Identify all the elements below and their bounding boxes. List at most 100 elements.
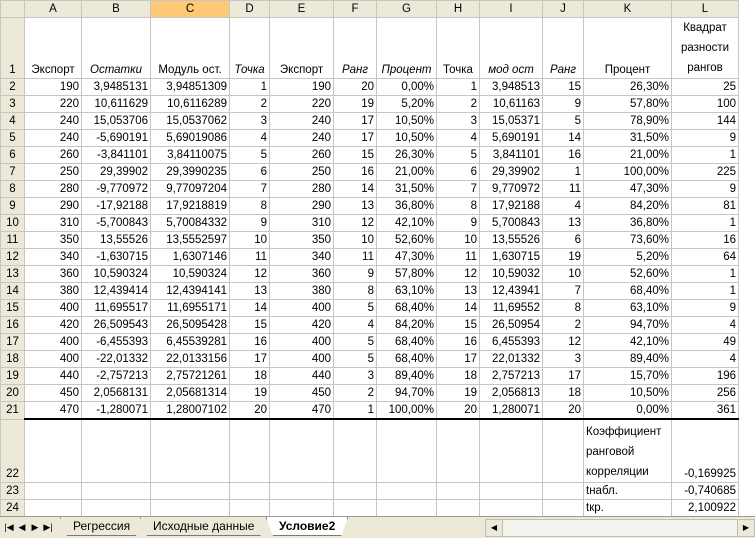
data-cell[interactable]: 350	[24, 231, 82, 249]
data-cell[interactable]: 42,10%	[376, 214, 437, 232]
data-cell[interactable]: 5,690191	[479, 129, 543, 147]
data-cell[interactable]: 81	[671, 197, 739, 215]
column-header-f[interactable]: F	[333, 0, 377, 18]
summary-label-cell[interactable]: tнабл.	[583, 482, 672, 500]
data-cell[interactable]: 89,40%	[583, 350, 672, 368]
header-cell[interactable]: Процент	[376, 17, 437, 79]
data-cell[interactable]: 15,70%	[583, 367, 672, 385]
data-cell[interactable]: 11,69552	[479, 299, 543, 317]
data-cell[interactable]: 68,40%	[376, 350, 437, 368]
row-header[interactable]: 3	[0, 95, 25, 113]
row-header[interactable]: 17	[0, 333, 25, 351]
data-cell[interactable]: 16	[333, 163, 377, 181]
empty-cell[interactable]	[479, 499, 543, 516]
data-cell[interactable]: 42,10%	[583, 333, 672, 351]
data-cell[interactable]: 9	[229, 214, 270, 232]
data-cell[interactable]: 22,01332	[479, 350, 543, 368]
data-cell[interactable]: 290	[24, 197, 82, 215]
data-cell[interactable]: 16	[436, 333, 480, 351]
data-cell[interactable]: 2,0568131	[81, 384, 151, 402]
data-cell[interactable]: 400	[24, 333, 82, 351]
scroll-right-icon[interactable]: ▶	[737, 520, 754, 536]
data-cell[interactable]: 20	[229, 401, 270, 420]
data-cell[interactable]: -1,280071	[81, 401, 151, 420]
data-cell[interactable]: 6	[229, 163, 270, 181]
data-cell[interactable]: 9,77097204	[150, 180, 230, 198]
row-header[interactable]: 4	[0, 112, 25, 130]
data-cell[interactable]: 5	[542, 112, 584, 130]
data-cell[interactable]: 12,4394141	[150, 282, 230, 300]
empty-cell[interactable]	[479, 418, 543, 483]
data-cell[interactable]: 73,60%	[583, 231, 672, 249]
header-cell[interactable]: Модуль ост.	[150, 17, 230, 79]
data-cell[interactable]: 12,43941	[479, 282, 543, 300]
row-header[interactable]: 5	[0, 129, 25, 147]
data-cell[interactable]: 4	[333, 316, 377, 334]
data-cell[interactable]: 400	[269, 350, 334, 368]
data-cell[interactable]: 3	[229, 112, 270, 130]
data-cell[interactable]: 1	[229, 78, 270, 96]
data-cell[interactable]: -1,630715	[81, 248, 151, 266]
data-cell[interactable]: 361	[671, 401, 739, 420]
data-cell[interactable]: 25	[671, 78, 739, 96]
data-cell[interactable]: 310	[24, 214, 82, 232]
row-header[interactable]: 9	[0, 197, 25, 215]
data-cell[interactable]: 78,90%	[583, 112, 672, 130]
data-cell[interactable]: 225	[671, 163, 739, 181]
data-cell[interactable]: 9	[542, 95, 584, 113]
empty-cell[interactable]	[542, 482, 584, 500]
data-cell[interactable]: 190	[269, 78, 334, 96]
empty-cell[interactable]	[436, 499, 480, 516]
data-cell[interactable]: 196	[671, 367, 739, 385]
sheet-tab-regression[interactable]: Регрессия	[60, 517, 143, 536]
data-cell[interactable]: 16	[671, 231, 739, 249]
data-cell[interactable]: 20	[436, 401, 480, 420]
prev-sheet-icon[interactable]: ◀	[16, 520, 28, 534]
data-cell[interactable]: 52,60%	[376, 231, 437, 249]
data-cell[interactable]: 340	[24, 248, 82, 266]
row-header[interactable]: 2	[0, 78, 25, 96]
data-cell[interactable]: 3,841101	[479, 146, 543, 164]
data-cell[interactable]: 5	[333, 350, 377, 368]
data-cell[interactable]: 19	[333, 95, 377, 113]
data-cell[interactable]: 13,55526	[479, 231, 543, 249]
data-cell[interactable]: 12	[436, 265, 480, 283]
data-cell[interactable]: 3	[542, 350, 584, 368]
data-cell[interactable]: 350	[269, 231, 334, 249]
data-cell[interactable]: 3,9485131	[81, 78, 151, 96]
data-cell[interactable]: 22,0133156	[150, 350, 230, 368]
data-cell[interactable]: 3,948513	[479, 78, 543, 96]
data-cell[interactable]: 360	[24, 265, 82, 283]
data-cell[interactable]: -22,01332	[81, 350, 151, 368]
empty-cell[interactable]	[376, 499, 437, 516]
column-header-d[interactable]: D	[229, 0, 270, 18]
data-cell[interactable]: 10	[229, 231, 270, 249]
row-header[interactable]: 15	[0, 299, 25, 317]
data-cell[interactable]: 1	[671, 214, 739, 232]
summary-label-cell[interactable]: tкр.	[583, 499, 672, 516]
data-cell[interactable]: 7	[436, 180, 480, 198]
data-cell[interactable]: 13,55526	[81, 231, 151, 249]
first-sheet-icon[interactable]: |◀	[3, 520, 15, 534]
data-cell[interactable]: 15	[436, 316, 480, 334]
header-cell[interactable]: мод ост	[479, 17, 543, 79]
header-cell[interactable]: Точка	[229, 17, 270, 79]
data-cell[interactable]: 3	[436, 112, 480, 130]
data-cell[interactable]: 29,39902	[81, 163, 151, 181]
data-cell[interactable]: 49	[671, 333, 739, 351]
empty-cell[interactable]	[436, 482, 480, 500]
column-header-j[interactable]: J	[542, 0, 584, 18]
empty-cell[interactable]	[229, 482, 270, 500]
data-cell[interactable]: 19	[229, 384, 270, 402]
data-cell[interactable]: 400	[24, 350, 82, 368]
empty-cell[interactable]	[269, 499, 334, 516]
row-header[interactable]: 6	[0, 146, 25, 164]
row-header[interactable]: 12	[0, 248, 25, 266]
empty-cell[interactable]	[150, 418, 230, 483]
column-header-l[interactable]: L	[671, 0, 739, 18]
data-cell[interactable]: 280	[24, 180, 82, 198]
data-cell[interactable]: -3,841101	[81, 146, 151, 164]
row-header[interactable]: 22	[0, 418, 25, 483]
row-header[interactable]: 8	[0, 180, 25, 198]
data-cell[interactable]: 3,94851309	[150, 78, 230, 96]
